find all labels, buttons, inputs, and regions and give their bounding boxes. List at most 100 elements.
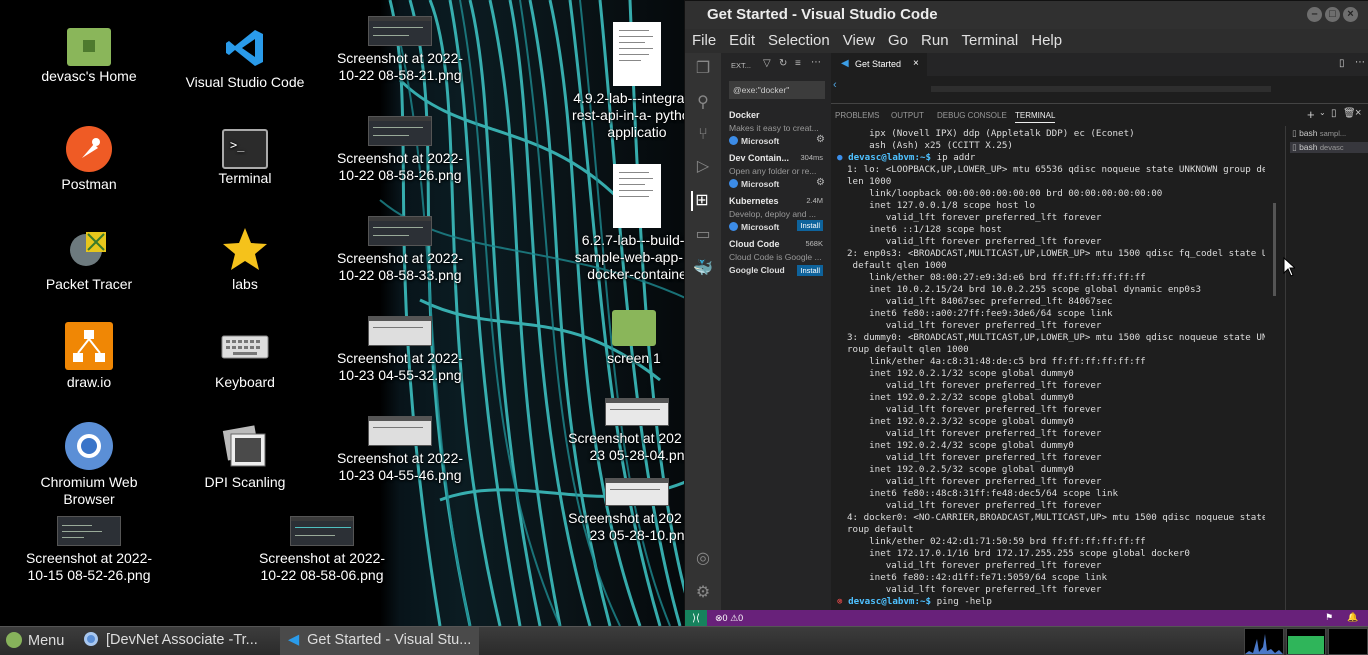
remote-explorer-icon[interactable]: ▭ — [693, 225, 713, 245]
terminal-scrollbar[interactable] — [1273, 203, 1276, 296]
warning-icon: ⚠ — [730, 613, 739, 623]
menu-run[interactable]: Run — [914, 29, 955, 49]
scrollbar[interactable] — [931, 86, 1271, 92]
feedback-icon[interactable]: ⚑ — [1325, 612, 1333, 623]
desktop-icon-screenshot-3[interactable]: Screenshot at 2022-10-22 08-58-21.png — [330, 16, 470, 84]
document-icon — [613, 22, 661, 86]
desktop-icon-vscode[interactable]: Visual Studio Code — [175, 26, 315, 91]
vscode-window[interactable]: Get Started - Visual Studio Code – □ × F… — [684, 0, 1368, 627]
desktop-icon-label: Screenshot at 2022-10-23 04-55-46.png — [336, 450, 464, 483]
desktop-icon-drawio[interactable]: draw.io — [19, 322, 159, 391]
desktop-icon-labs[interactable]: labs — [175, 226, 315, 293]
remote-icon[interactable]: ⟩⟨ — [685, 610, 707, 627]
tab-output[interactable]: OUTPUT — [891, 111, 924, 120]
desktop-icon-home[interactable]: devasc's Home — [19, 26, 159, 85]
desktop-icon-dpi-scanling[interactable]: DPI Scanling — [175, 422, 315, 491]
taskbar-window-chromium[interactable]: [DevNet Associate -Tr... — [84, 632, 258, 648]
terminal-list-item[interactable]: ▯ bash sampl... — [1292, 128, 1346, 139]
terminal-line: valid_lft forever preferred_lft forever — [847, 584, 1102, 595]
close-button[interactable]: × — [1343, 7, 1358, 22]
settings-gear-icon[interactable]: ⚙ — [693, 583, 713, 603]
menu-help[interactable]: Help — [1024, 29, 1068, 49]
desktop-icon-postman[interactable]: Postman — [19, 126, 159, 193]
tab-terminal[interactable]: TERMINAL — [1015, 111, 1056, 123]
run-debug-icon[interactable]: ▷ — [693, 157, 713, 177]
star-icon — [222, 226, 268, 272]
more-actions-icon[interactable]: ⋯ — [811, 57, 821, 68]
problems-indicator[interactable]: ⊗0 ⚠0 — [715, 613, 743, 624]
terminal-line: valid_lft forever preferred_lft forever — [847, 320, 1102, 331]
desktop-icon-screenshot-1[interactable]: Screenshot at 2022-10-15 08-52-26.png — [19, 516, 159, 584]
desktop-icon-keyboard[interactable]: Keyboard — [175, 322, 315, 391]
desktop-icon-packet-tracer[interactable]: Packet Tracer — [19, 226, 159, 293]
desktop-icon-chromium[interactable]: Chromium Web Browser — [19, 422, 159, 508]
extension-search-input[interactable]: @exe:"docker" — [729, 81, 825, 99]
tab-problems[interactable]: PROBLEMS — [835, 111, 879, 120]
install-button[interactable]: Install — [797, 220, 823, 231]
install-button[interactable]: Install — [797, 265, 823, 276]
split-editor-icon[interactable]: ▯ — [1339, 58, 1345, 69]
kill-terminal-icon[interactable]: 🗑 — [1343, 108, 1356, 119]
menu-file[interactable]: File — [685, 29, 722, 49]
extension-item-kubernetes[interactable]: Kubernetes 2.4M Develop, deploy and ... … — [729, 196, 829, 232]
menu-go[interactable]: Go — [881, 29, 914, 49]
extensions-icon[interactable]: ⊞ — [691, 191, 711, 211]
terminal-line: inet 172.17.0.1/16 brd 172.17.255.255 sc… — [847, 548, 1190, 559]
terminal-line: inet6 fe80::42:d1ff:fe71:5059/64 scope l… — [847, 572, 1107, 583]
activity-bar: ❐ ⚲ ⑂ ▷ ⊞ ▭ 🐳 ◎ ⚙ — [685, 53, 721, 610]
tab-debug-console[interactable]: DEBUG CONSOLE — [937, 111, 1007, 120]
extension-item-docker[interactable]: Docker Makes it easy to creat... Microso… — [729, 110, 829, 146]
taskbar-window-vscode[interactable]: ◀ Get Started - Visual Stu... — [280, 627, 480, 655]
account-icon[interactable]: ◎ — [693, 549, 713, 569]
tab-get-started[interactable]: ◀ Get Started × — [831, 53, 927, 76]
desktop-icon-label: Visual Studio Code — [185, 74, 305, 90]
terminal-line: inet 192.0.2.3/32 scope global dummy0 — [847, 416, 1074, 427]
keyboard-icon — [221, 322, 269, 370]
desktop-icon-screen-folder[interactable]: screen 1 — [564, 310, 704, 367]
menu-view[interactable]: View — [836, 29, 881, 49]
manage-gear-icon[interactable]: ⚙ — [816, 177, 825, 188]
maximize-button[interactable]: □ — [1325, 7, 1340, 22]
filter-icon[interactable]: ▽ — [763, 58, 771, 69]
terminal-list-item[interactable]: ▯ bash devasc — [1290, 142, 1368, 153]
search-icon[interactable]: ⚲ — [693, 93, 713, 113]
chevron-down-icon[interactable]: ⌄ — [1319, 108, 1326, 117]
new-terminal-icon[interactable]: + — [1307, 107, 1315, 122]
memory-monitor-graph — [1286, 628, 1326, 655]
terminal-line: ipx (Novell IPX) ddp (Appletalk DDP) ec … — [847, 128, 1135, 139]
clear-icon[interactable]: ≡ — [795, 58, 801, 69]
refresh-icon[interactable]: ↻ — [779, 58, 787, 69]
desktop-icon-screenshot-4[interactable]: Screenshot at 2022-10-22 08-58-26.png — [330, 116, 470, 184]
terminal-line: valid_lft forever preferred_lft forever — [847, 476, 1102, 487]
extension-item-cloud-code[interactable]: Cloud Code 568K Cloud Code is Google ...… — [729, 239, 829, 276]
notifications-bell-icon[interactable]: 🔔 — [1347, 612, 1358, 623]
menu-edit[interactable]: Edit — [722, 29, 761, 49]
editor-more-icon[interactable]: ⋯ — [1355, 57, 1365, 68]
manage-gear-icon[interactable]: ⚙ — [816, 134, 825, 145]
scanner-icon — [221, 422, 269, 470]
split-terminal-icon[interactable]: ▯ — [1331, 108, 1337, 119]
window-titlebar[interactable]: Get Started - Visual Studio Code – □ × — [685, 1, 1368, 29]
desktop-icon-screenshot-2[interactable]: Screenshot at 2022-10-22 08-58-06.png — [252, 516, 392, 584]
desktop-icon-label: Screenshot at 2022-10-23 04-55-32.png — [336, 350, 464, 383]
minimize-button[interactable]: – — [1307, 7, 1322, 22]
start-menu-button[interactable]: Menu — [6, 632, 64, 649]
screenshot-thumbnail-icon — [368, 116, 432, 146]
terminal-output[interactable]: ipx (Novell IPX) ddp (Appletalk DDP) ec … — [837, 128, 1265, 610]
terminal-line: link/ether 4a:c8:31:48:de:c5 brd ff:ff:f… — [847, 356, 1146, 367]
desktop-icon-screenshot-7[interactable]: Screenshot at 2022-10-23 04-55-46.png — [330, 416, 470, 484]
explorer-icon[interactable]: ❐ — [693, 59, 713, 79]
tab-close-icon[interactable]: × — [913, 58, 919, 69]
desktop-icon-screenshot-5[interactable]: Screenshot at 2022-10-22 08-58-33.png — [330, 216, 470, 284]
terminal-line: valid_lft forever preferred_lft forever — [847, 428, 1102, 439]
menu-terminal[interactable]: Terminal — [955, 29, 1025, 49]
network-monitor-graph — [1328, 628, 1368, 655]
back-arrow-icon[interactable]: ‹ — [833, 79, 837, 91]
desktop-icon-terminal[interactable]: >_ Terminal — [175, 126, 315, 187]
source-control-icon[interactable]: ⑂ — [693, 125, 713, 145]
menu-selection[interactable]: Selection — [761, 29, 836, 49]
close-panel-icon[interactable]: × — [1355, 107, 1361, 119]
desktop-icon-screenshot-6[interactable]: Screenshot at 2022-10-23 04-55-32.png — [330, 316, 470, 384]
extension-item-dev-containers[interactable]: Dev Contain... 304ms Open any folder or … — [729, 153, 829, 189]
docker-icon[interactable]: 🐳 — [693, 259, 713, 279]
